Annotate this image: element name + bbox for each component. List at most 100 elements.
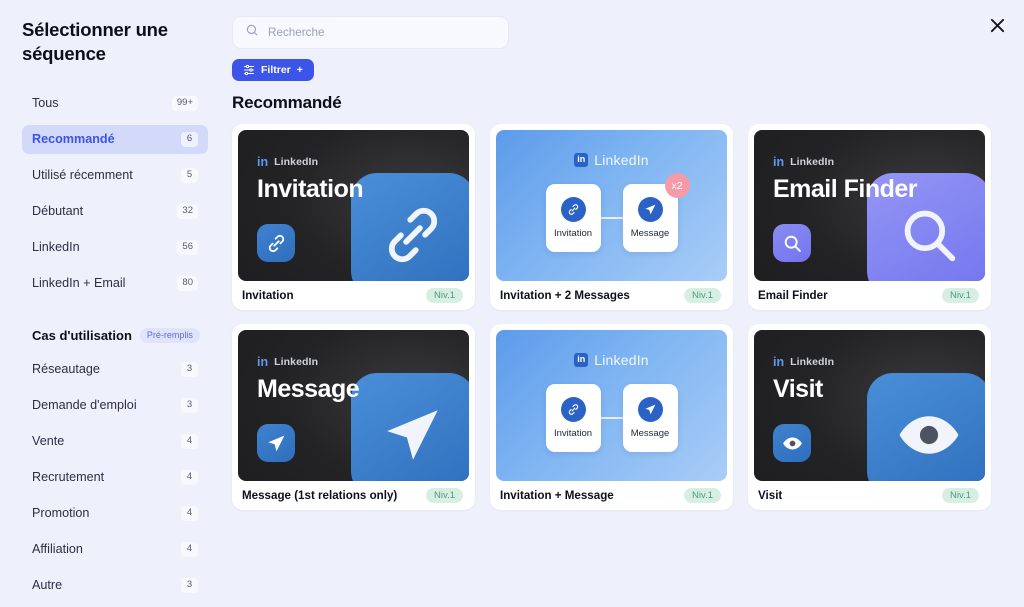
filter-sliders-icon <box>243 63 255 78</box>
sidebar-usecase-item-4[interactable]: Promotion 4 <box>22 499 208 528</box>
thumbnail-title: Invitation <box>257 175 364 203</box>
sequence-card-name: Email Finder <box>758 289 828 302</box>
sidebar-usecase-item-count: 3 <box>181 398 198 413</box>
sidebar-filter-item-count: 56 <box>177 240 198 255</box>
sidebar-usecase-item-label: Affiliation <box>32 542 83 557</box>
sequence-card-thumbnail: in LinkedIn Invitation <box>238 130 469 281</box>
filter-plus-label: + <box>296 64 303 76</box>
sequence-card-footer: Invitation Niv.1 <box>238 281 469 310</box>
sequence-card-thumbnail: in LinkedIn Invitation x2 Message <box>496 130 727 281</box>
sidebar-usecase-item-label: Vente <box>32 434 65 449</box>
sidebar-usecase-item-5[interactable]: Affiliation 4 <box>22 535 208 564</box>
sequence-card[interactable]: in LinkedIn Message Message (1st relations … <box>232 324 475 510</box>
linkedin-label: LinkedIn <box>594 352 649 368</box>
sequence-card-footer: Email Finder Niv.1 <box>754 281 985 310</box>
sidebar-usecase-item-6[interactable]: Autre 3 <box>22 571 208 600</box>
sidebar-filter-item-label: Débutant <box>32 204 84 219</box>
sidebar-filter-item-2[interactable]: Utilisé récemment 5 <box>22 161 208 190</box>
filter-list: Tous 99+ Recommandé 6 Utilisé récemment 5 Débu… <box>22 89 208 298</box>
sidebar-filter-item-4[interactable]: LinkedIn 56 <box>22 233 208 262</box>
sidebar-usecase-item-2[interactable]: Vente 4 <box>22 427 208 456</box>
thumbnail-title: Visit <box>773 375 823 403</box>
sidebar-usecase-item-label: Réseautage <box>32 362 100 377</box>
sequence-card-footer: Invitation + 2 Messages Niv.1 <box>496 281 727 310</box>
sidebar-filter-item-label: Utilisé récemment <box>32 168 133 183</box>
flow-step-label: Message <box>630 428 670 439</box>
sequence-card-name: Message (1st relations only) <box>242 489 398 502</box>
sidebar-filter-item-5[interactable]: LinkedIn + Email 80 <box>22 269 208 298</box>
link-icon <box>257 224 295 262</box>
level-badge: Niv.1 <box>942 487 979 504</box>
sequence-card-thumbnail: in LinkedIn Message <box>238 330 469 481</box>
sidebar-usecase-item-label: Autre <box>32 578 63 593</box>
eye-icon-large <box>867 373 985 481</box>
level-badge: Niv.1 <box>942 287 979 304</box>
search-box[interactable] <box>232 16 509 49</box>
sequence-card-name: Invitation + 2 Messages <box>500 289 630 302</box>
sidebar-usecase-item-count: 3 <box>181 578 198 593</box>
thumbnail-title: Message <box>257 375 360 403</box>
sequence-card[interactable]: in LinkedIn Invitation x2 Message Invitation … <box>490 124 733 310</box>
sequence-flow: Invitation x2 Message <box>496 173 727 252</box>
sidebar-filter-item-count: 6 <box>181 132 198 147</box>
linkedin-icon: in <box>574 153 589 167</box>
sidebar-filter-item-label: Tous <box>32 96 59 111</box>
link-icon-large <box>351 173 469 281</box>
link-icon <box>560 197 586 222</box>
sidebar: Sélectionner une séquence Tous 99+ Recomma… <box>0 0 230 607</box>
sequence-card[interactable]: in LinkedIn Email Finder Email Finder Niv.1 <box>748 124 991 310</box>
filter-button[interactable]: Filtrer + <box>232 59 314 81</box>
sequence-card[interactable]: in LinkedIn Visit Visit Niv.1 <box>748 324 991 510</box>
level-badge: Niv.1 <box>426 487 463 504</box>
sidebar-filter-item-3[interactable]: Débutant 32 <box>22 197 208 226</box>
linkedin-tag: in LinkedIn <box>773 356 834 369</box>
sequence-card-thumbnail: in LinkedIn Visit <box>754 330 985 481</box>
sequence-card-footer: Message (1st relations only) Niv.1 <box>238 481 469 510</box>
level-badge: Niv.1 <box>426 287 463 304</box>
filter-button-label: Filtrer <box>261 64 291 76</box>
sidebar-usecase-item-count: 3 <box>181 362 198 377</box>
linkedin-tag: in LinkedIn <box>257 156 318 169</box>
search-area <box>232 16 509 49</box>
sidebar-filter-item-1[interactable]: Recommandé 6 <box>22 124 208 154</box>
eye-icon <box>773 424 811 462</box>
use-case-section-header: Cas d'utilisation Pré-remplis <box>22 327 208 343</box>
search-input[interactable] <box>268 26 496 39</box>
thumbnail-title: Email Finder <box>773 175 918 203</box>
magnifier-icon <box>773 224 811 262</box>
linkedin-label: LinkedIn <box>790 356 835 369</box>
prefilled-badge: Pré-remplis <box>139 327 200 343</box>
linkedin-tag: in LinkedIn <box>773 156 834 169</box>
sidebar-usecase-item-label: Recrutement <box>32 470 105 485</box>
main-panel: Filtrer + Recommandé in LinkedIn Invitatio… <box>230 0 1024 607</box>
sequence-card-thumbnail: in LinkedIn Email Finder <box>754 130 985 281</box>
send-icon <box>257 424 295 462</box>
sequence-card[interactable]: in LinkedIn Invitation Message Invitation + … <box>490 324 733 510</box>
flow-step: Invitation <box>545 384 601 452</box>
sequence-card[interactable]: in LinkedIn Invitation Invitation Niv.1 <box>232 124 475 310</box>
repeat-badge: x2 <box>664 173 690 198</box>
sidebar-usecase-item-1[interactable]: Demande d'emploi 3 <box>22 391 208 420</box>
sidebar-usecase-item-3[interactable]: Recrutement 4 <box>22 463 208 492</box>
linkedin-icon: in <box>574 353 589 367</box>
close-icon[interactable] <box>984 12 1010 38</box>
flow-step-label: Message <box>630 228 670 239</box>
sequence-flow: Invitation Message <box>496 384 727 452</box>
sequence-card-footer: Visit Niv.1 <box>754 481 985 510</box>
flow-step: x2 Message <box>622 173 690 252</box>
linkedin-icon: in <box>773 155 785 169</box>
linkedin-icon: in <box>257 355 269 369</box>
sidebar-usecase-item-count: 4 <box>181 470 198 485</box>
flow-step-label: Invitation <box>553 228 593 239</box>
sidebar-filter-item-count: 32 <box>177 204 198 219</box>
sequence-card-footer: Invitation + Message Niv.1 <box>496 481 727 510</box>
sidebar-usecase-item-count: 4 <box>181 434 198 449</box>
sequence-picker-modal: Sélectionner une séquence Tous 99+ Recomma… <box>0 0 1024 607</box>
sidebar-usecase-item-0[interactable]: Réseautage 3 <box>22 355 208 384</box>
sidebar-filter-item-0[interactable]: Tous 99+ <box>22 89 208 118</box>
flow-connector <box>600 417 623 419</box>
sidebar-usecase-item-label: Demande d'emploi <box>32 398 137 413</box>
flow-step-label: Invitation <box>553 428 593 439</box>
sequence-card-grid: in LinkedIn Invitation Invitation Niv.1 in Lin… <box>232 124 998 510</box>
sidebar-filter-item-count: 5 <box>181 168 198 183</box>
